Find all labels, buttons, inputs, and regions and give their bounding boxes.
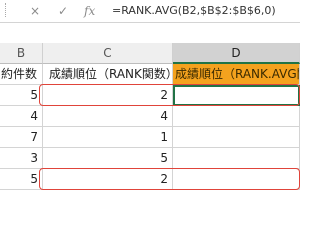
table-row: 5 2	[0, 169, 300, 190]
function-icon[interactable]: fx	[84, 3, 95, 19]
cell-count[interactable]: 5	[0, 169, 43, 190]
enter-icon[interactable]: ✓	[58, 3, 68, 19]
cell-rank[interactable]: 2	[43, 85, 173, 106]
header-cell-rank[interactable]: 成績順位（RANK関数）	[43, 64, 173, 85]
cell-count[interactable]: 5	[0, 85, 43, 106]
column-header-b[interactable]: B	[0, 43, 43, 64]
table-row: 7 1	[0, 127, 300, 148]
table-row: 4 4	[0, 106, 300, 127]
formula-bar-grip	[5, 3, 14, 17]
cancel-icon[interactable]: ×	[30, 3, 40, 19]
table-row: 3 5	[0, 148, 300, 169]
cell-count[interactable]: 3	[0, 148, 43, 169]
toolbar-gap	[0, 23, 300, 43]
header-cell-rank-avg[interactable]: 成績順位（RANK.AVG関	[173, 64, 300, 85]
cell-rank[interactable]: 4	[43, 106, 173, 127]
cell-rank-avg[interactable]	[173, 106, 300, 127]
cell-rank-avg[interactable]	[173, 127, 300, 148]
cell-rank-avg[interactable]	[173, 148, 300, 169]
cell-rank-avg-selected[interactable]	[173, 85, 300, 106]
table-header-row: 約件数 成績順位（RANK関数） 成績順位（RANK.AVG関	[0, 64, 300, 85]
cell-rank[interactable]: 1	[43, 127, 173, 148]
cell-rank[interactable]: 5	[43, 148, 173, 169]
cell-count[interactable]: 7	[0, 127, 43, 148]
formula-input[interactable]: =RANK.AVG(B2,$B$2:$B$6,0)	[112, 2, 276, 20]
column-header-d[interactable]: D	[173, 43, 300, 64]
cell-rank[interactable]: 2	[43, 169, 173, 190]
table-row: 5 2	[0, 85, 300, 106]
cell-count[interactable]: 4	[0, 106, 43, 127]
cell-rank-avg[interactable]	[173, 169, 300, 190]
column-header-c[interactable]: C	[43, 43, 173, 64]
formula-bar: × ✓ fx =RANK.AVG(B2,$B$2:$B$6,0)	[0, 0, 300, 23]
header-cell-count[interactable]: 約件数	[0, 64, 43, 85]
